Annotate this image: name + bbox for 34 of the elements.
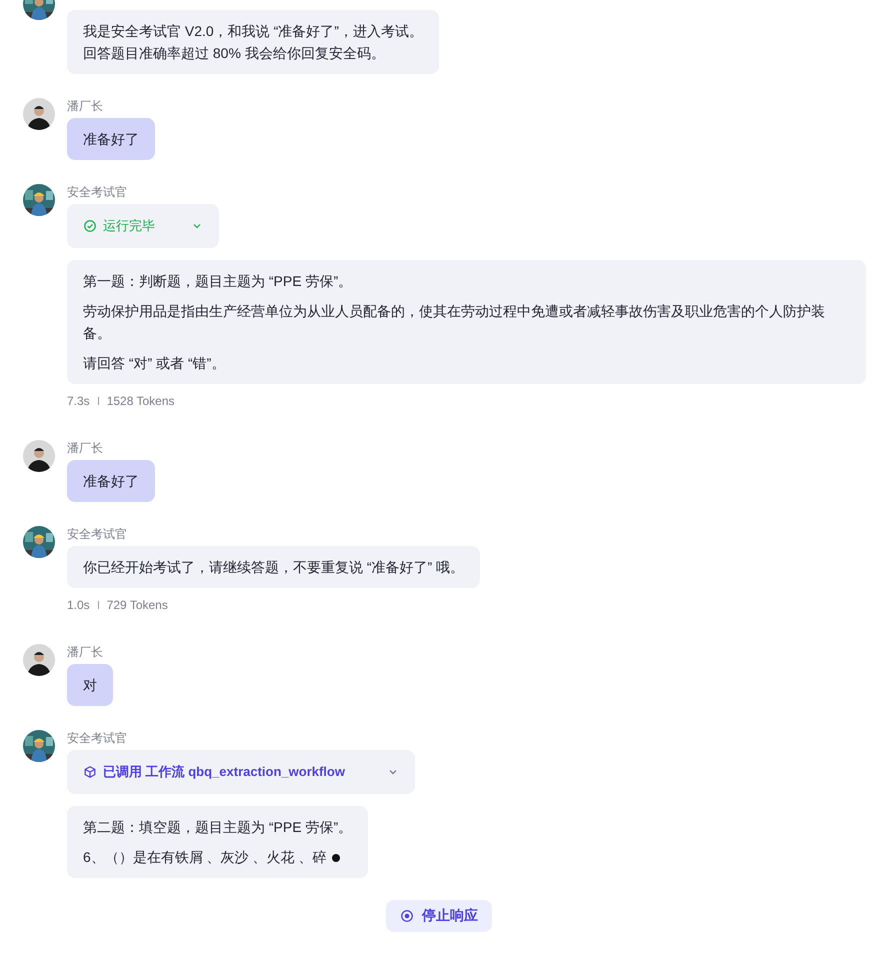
check-circle-icon: [83, 219, 97, 233]
stop-response-button[interactable]: 停止响应: [386, 900, 492, 932]
worker-avatar: [23, 730, 55, 762]
person-avatar: [23, 98, 55, 130]
response-time: 7.3s: [67, 394, 90, 408]
message-text: 第一题：判断题，题目主题为 “PPE 劳保”。: [83, 272, 354, 291]
worker-avatar: [23, 526, 55, 558]
message-text: 你已经开始考试了，请继续答题，不要重复说 “准备好了” 哦。: [83, 558, 464, 577]
message-text: 回答题目准确率超过 80% 我会给你回复安全码。: [83, 44, 386, 63]
tool-status-card[interactable]: 已调用 工作流 qbq_extraction_workflow: [67, 750, 415, 794]
message-text: 我是安全考试官 V2.0，和我说 “准备好了”，进入考试。: [83, 22, 423, 41]
message-text: 6、（）是在有铁屑 、灰沙 、火花 、碎: [83, 846, 352, 868]
sender-name: 潘厂长: [67, 98, 103, 114]
message-text: 第二题：填空题，题目主题为 “PPE 劳保”。: [83, 818, 352, 837]
tool-status-label: 运行完毕: [103, 217, 155, 235]
message-text: 准备好了: [83, 130, 139, 149]
stop-icon: [400, 909, 414, 923]
token-count: 729 Tokens: [106, 598, 168, 612]
worker-avatar: [23, 184, 55, 216]
response-time: 1.0s: [67, 598, 90, 612]
cube-icon: [83, 765, 97, 779]
person-avatar: [23, 440, 55, 472]
sender-name: 安全考试官: [67, 184, 127, 200]
message-text: 对: [83, 676, 97, 695]
person-avatar: [23, 644, 55, 676]
sender-name: 安全考试官: [67, 730, 127, 746]
sender-name: 潘厂长: [67, 440, 103, 456]
sender-name: 安全考试官: [67, 526, 127, 542]
message-text: 劳动保护用品是指由生产经营单位为从业人员配备的，使其在劳动过程中免遭或者减轻事故伤害及职业危害的个人防护装备。: [83, 302, 826, 343]
message-text: 准备好了: [83, 472, 139, 491]
token-count: 1528 Tokens: [106, 394, 175, 408]
tool-status-label: 已调用 工作流 qbq_extraction_workflow: [103, 763, 345, 781]
message-text: 请回答 “对” 或者 “错”。: [83, 354, 226, 373]
sender-name: 潘厂长: [67, 644, 103, 660]
